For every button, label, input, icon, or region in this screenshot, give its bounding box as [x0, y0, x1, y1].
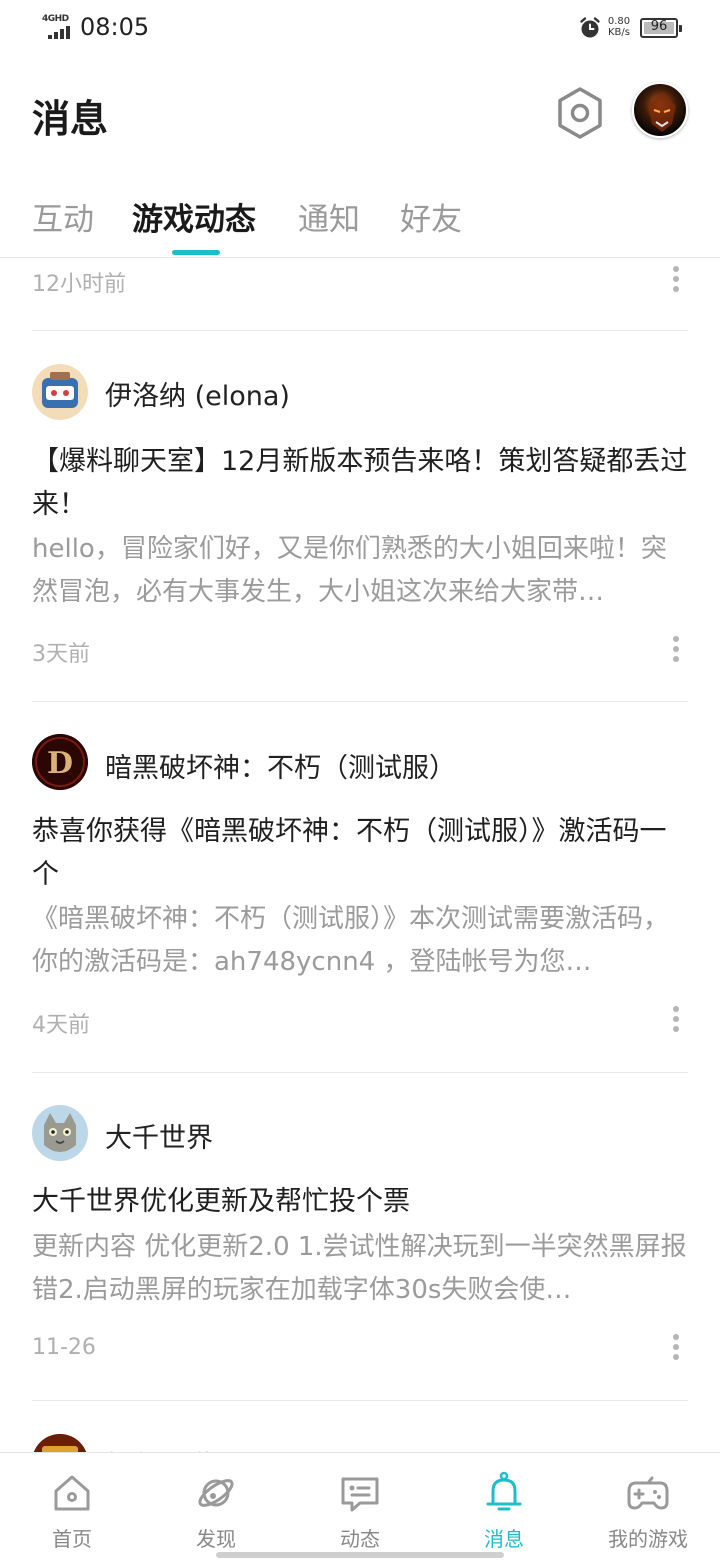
status-bar: 4GHD 08:05 0.80 KB/s 96	[0, 0, 720, 56]
item-time: 12小时前	[32, 272, 126, 297]
divider	[32, 701, 688, 702]
network-type: 4GHD	[42, 14, 69, 24]
nav-activity[interactable]: 动态	[288, 1453, 432, 1560]
nav-label: 首页	[52, 1527, 92, 1551]
user-avatar[interactable]	[632, 82, 688, 138]
item-time: 4天前	[32, 1013, 90, 1038]
post-body: 更新内容 优化更新2.0 1.尝试性解决玩到一半突然黑屏报错2.启动黑屏的玩家在…	[32, 1232, 687, 1305]
speed-unit: KB/s	[608, 27, 630, 38]
signal-icon: 4GHD	[42, 14, 76, 40]
source-name: 特鲁巴塔	[105, 1444, 213, 1452]
item-time: 11-26	[32, 1335, 96, 1360]
tab-bar: 互动 游戏动态 通知 好友	[0, 186, 720, 258]
avatar-image	[648, 92, 676, 132]
tab-interaction[interactable]: 互动	[32, 194, 94, 239]
tab-game-news[interactable]: 游戏动态	[132, 194, 256, 239]
battery-icon: 96	[640, 18, 682, 38]
divider	[32, 330, 688, 331]
nav-label: 消息	[484, 1527, 524, 1551]
clock: 08:05	[80, 13, 150, 41]
nav-label: 动态	[340, 1527, 380, 1551]
hexagon-settings-icon[interactable]	[556, 86, 604, 140]
bottom-navigation: 首页 发现 动态 消息 我的游戏	[0, 1452, 720, 1560]
item-time: 3天前	[32, 642, 90, 667]
active-tab-indicator	[172, 250, 220, 255]
post-title: 恭喜你获得《暗黑破坏神：不朽（测试服）》激活码一个	[32, 816, 667, 890]
source-avatar	[32, 1105, 88, 1161]
planet-icon	[198, 1479, 234, 1507]
message-bubble-icon	[341, 1477, 379, 1512]
gamepad-icon	[627, 1476, 669, 1510]
post-title: 【爆料聊天室】12月新版本预告来咯！策划答疑都丢过来！	[32, 446, 688, 520]
nav-label: 发现	[196, 1527, 236, 1551]
divider	[32, 1400, 688, 1401]
divider	[32, 1072, 688, 1073]
post-title: 大千世界优化更新及帮忙投个票	[32, 1186, 410, 1217]
source-name: 暗黑破坏神：不朽（测试服）	[105, 753, 456, 784]
more-options-icon[interactable]	[662, 1332, 690, 1362]
game-news-feed[interactable]: 12小时前 伊洛纳 (elona) 【爆料聊天室】12月新版本预告来咯！策划答疑…	[0, 258, 720, 1452]
post-body: hello，冒险家们好，又是你们熟悉的大小姐回来啦！突然冒泡，必有大事发生，大小…	[32, 534, 667, 607]
svg-text:D: D	[47, 746, 73, 781]
source-avatar: D	[32, 734, 88, 790]
source-avatar	[32, 1434, 88, 1452]
speed-value: 0.80	[607, 16, 631, 27]
alarm-icon	[580, 17, 600, 38]
more-options-icon[interactable]	[662, 264, 690, 294]
post-body: 《暗黑破坏神：不朽（测试服）》本次测试需要激活码，你的激活码是：ah748ycn…	[32, 904, 670, 977]
home-indicator[interactable]	[216, 1552, 504, 1558]
nav-my-games[interactable]: 我的游戏	[576, 1453, 720, 1560]
page-title: 消息	[32, 97, 109, 141]
home-icon	[54, 1475, 90, 1511]
tab-notifications[interactable]: 通知	[298, 194, 360, 239]
battery-level: 96	[650, 19, 668, 34]
tab-friends[interactable]: 好友	[400, 194, 462, 239]
nav-messages[interactable]: 消息	[432, 1453, 576, 1560]
network-speed: 0.80 KB/s	[604, 16, 634, 38]
nav-discover[interactable]: 发现	[144, 1453, 288, 1560]
source-name: 大千世界	[105, 1123, 213, 1154]
source-avatar	[32, 364, 88, 420]
more-options-icon[interactable]	[662, 1004, 690, 1034]
source-name: 伊洛纳 (elona)	[105, 381, 290, 412]
nav-label: 我的游戏	[608, 1527, 688, 1551]
bell-icon	[486, 1471, 522, 1511]
nav-home[interactable]: 首页	[0, 1453, 144, 1560]
more-options-icon[interactable]	[662, 634, 690, 664]
